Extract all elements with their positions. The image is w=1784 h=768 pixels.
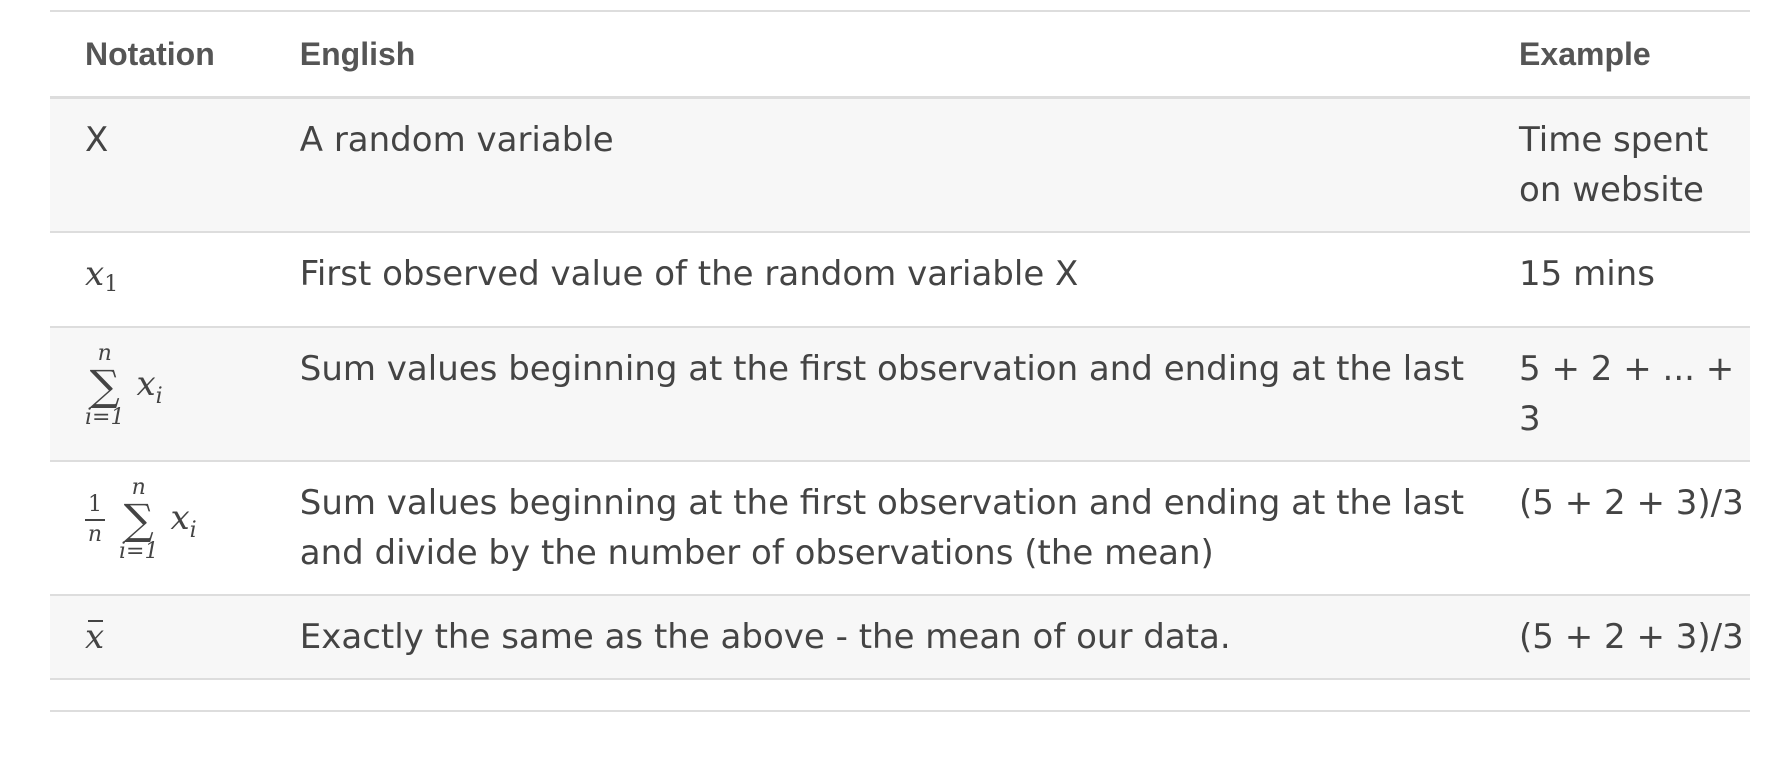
notation-summation: n ∑ i=1 xi xyxy=(85,341,163,430)
english-cell: Sum values beginning at the first observ… xyxy=(264,327,1485,462)
english-cell: A random variable xyxy=(264,97,1485,233)
example-cell: 5 + 2 + ... + 3 xyxy=(1484,327,1750,462)
example-cell: (5 + 2 + 3)/3 xyxy=(1484,595,1750,680)
table-header-row: Notation English Example xyxy=(50,12,1750,99)
table-row: n ∑ i=1 xi Sum values beginning at the f… xyxy=(50,327,1750,462)
notation-cell: X xyxy=(50,97,265,233)
english-cell: First observed value of the random varia… xyxy=(264,232,1485,328)
summation-operator: n ∑ i=1 xyxy=(85,341,125,430)
notation-table-container: Notation English Example X A random vari… xyxy=(50,0,1750,768)
table-row: 1 n n ∑ i=1 xi Sum values beginning at t… xyxy=(50,461,1750,596)
header-example: Example xyxy=(1484,12,1750,99)
table-row: x1 First observed value of the random va… xyxy=(50,232,1750,328)
example-cell: (5 + 2 + 3)/3 xyxy=(1484,461,1750,596)
notation-x-bar: x xyxy=(85,612,104,662)
example-cell: 15 mins xyxy=(1484,232,1750,328)
notation-first-observation: x1 xyxy=(85,254,119,297)
notation-mean-formula: 1 n n ∑ i=1 xi xyxy=(85,476,197,564)
table-row: X A random variable Time spent on websit… xyxy=(50,97,1750,233)
notation-cell: n ∑ i=1 xi xyxy=(50,327,265,462)
notation-cell: x1 xyxy=(50,232,265,328)
notation-table: Notation English Example X A random vari… xyxy=(50,12,1750,680)
notation-cell: 1 n n ∑ i=1 xi xyxy=(50,461,265,596)
example-cell: Time spent on website xyxy=(1484,97,1750,233)
header-notation: Notation xyxy=(50,12,265,99)
header-english: English xyxy=(264,12,1485,99)
notation-random-variable: X xyxy=(85,120,109,160)
summation-operator: n ∑ i=1 xyxy=(119,475,159,564)
table-bottom-divider xyxy=(50,710,1750,712)
english-cell: Sum values beginning at the first observ… xyxy=(264,461,1485,596)
fraction-one-over-n: 1 n xyxy=(85,493,105,547)
english-cell: Exactly the same as the above - the mean… xyxy=(264,595,1485,680)
table-row: x Exactly the same as the above - the me… xyxy=(50,595,1750,680)
notation-cell: x xyxy=(50,595,265,680)
